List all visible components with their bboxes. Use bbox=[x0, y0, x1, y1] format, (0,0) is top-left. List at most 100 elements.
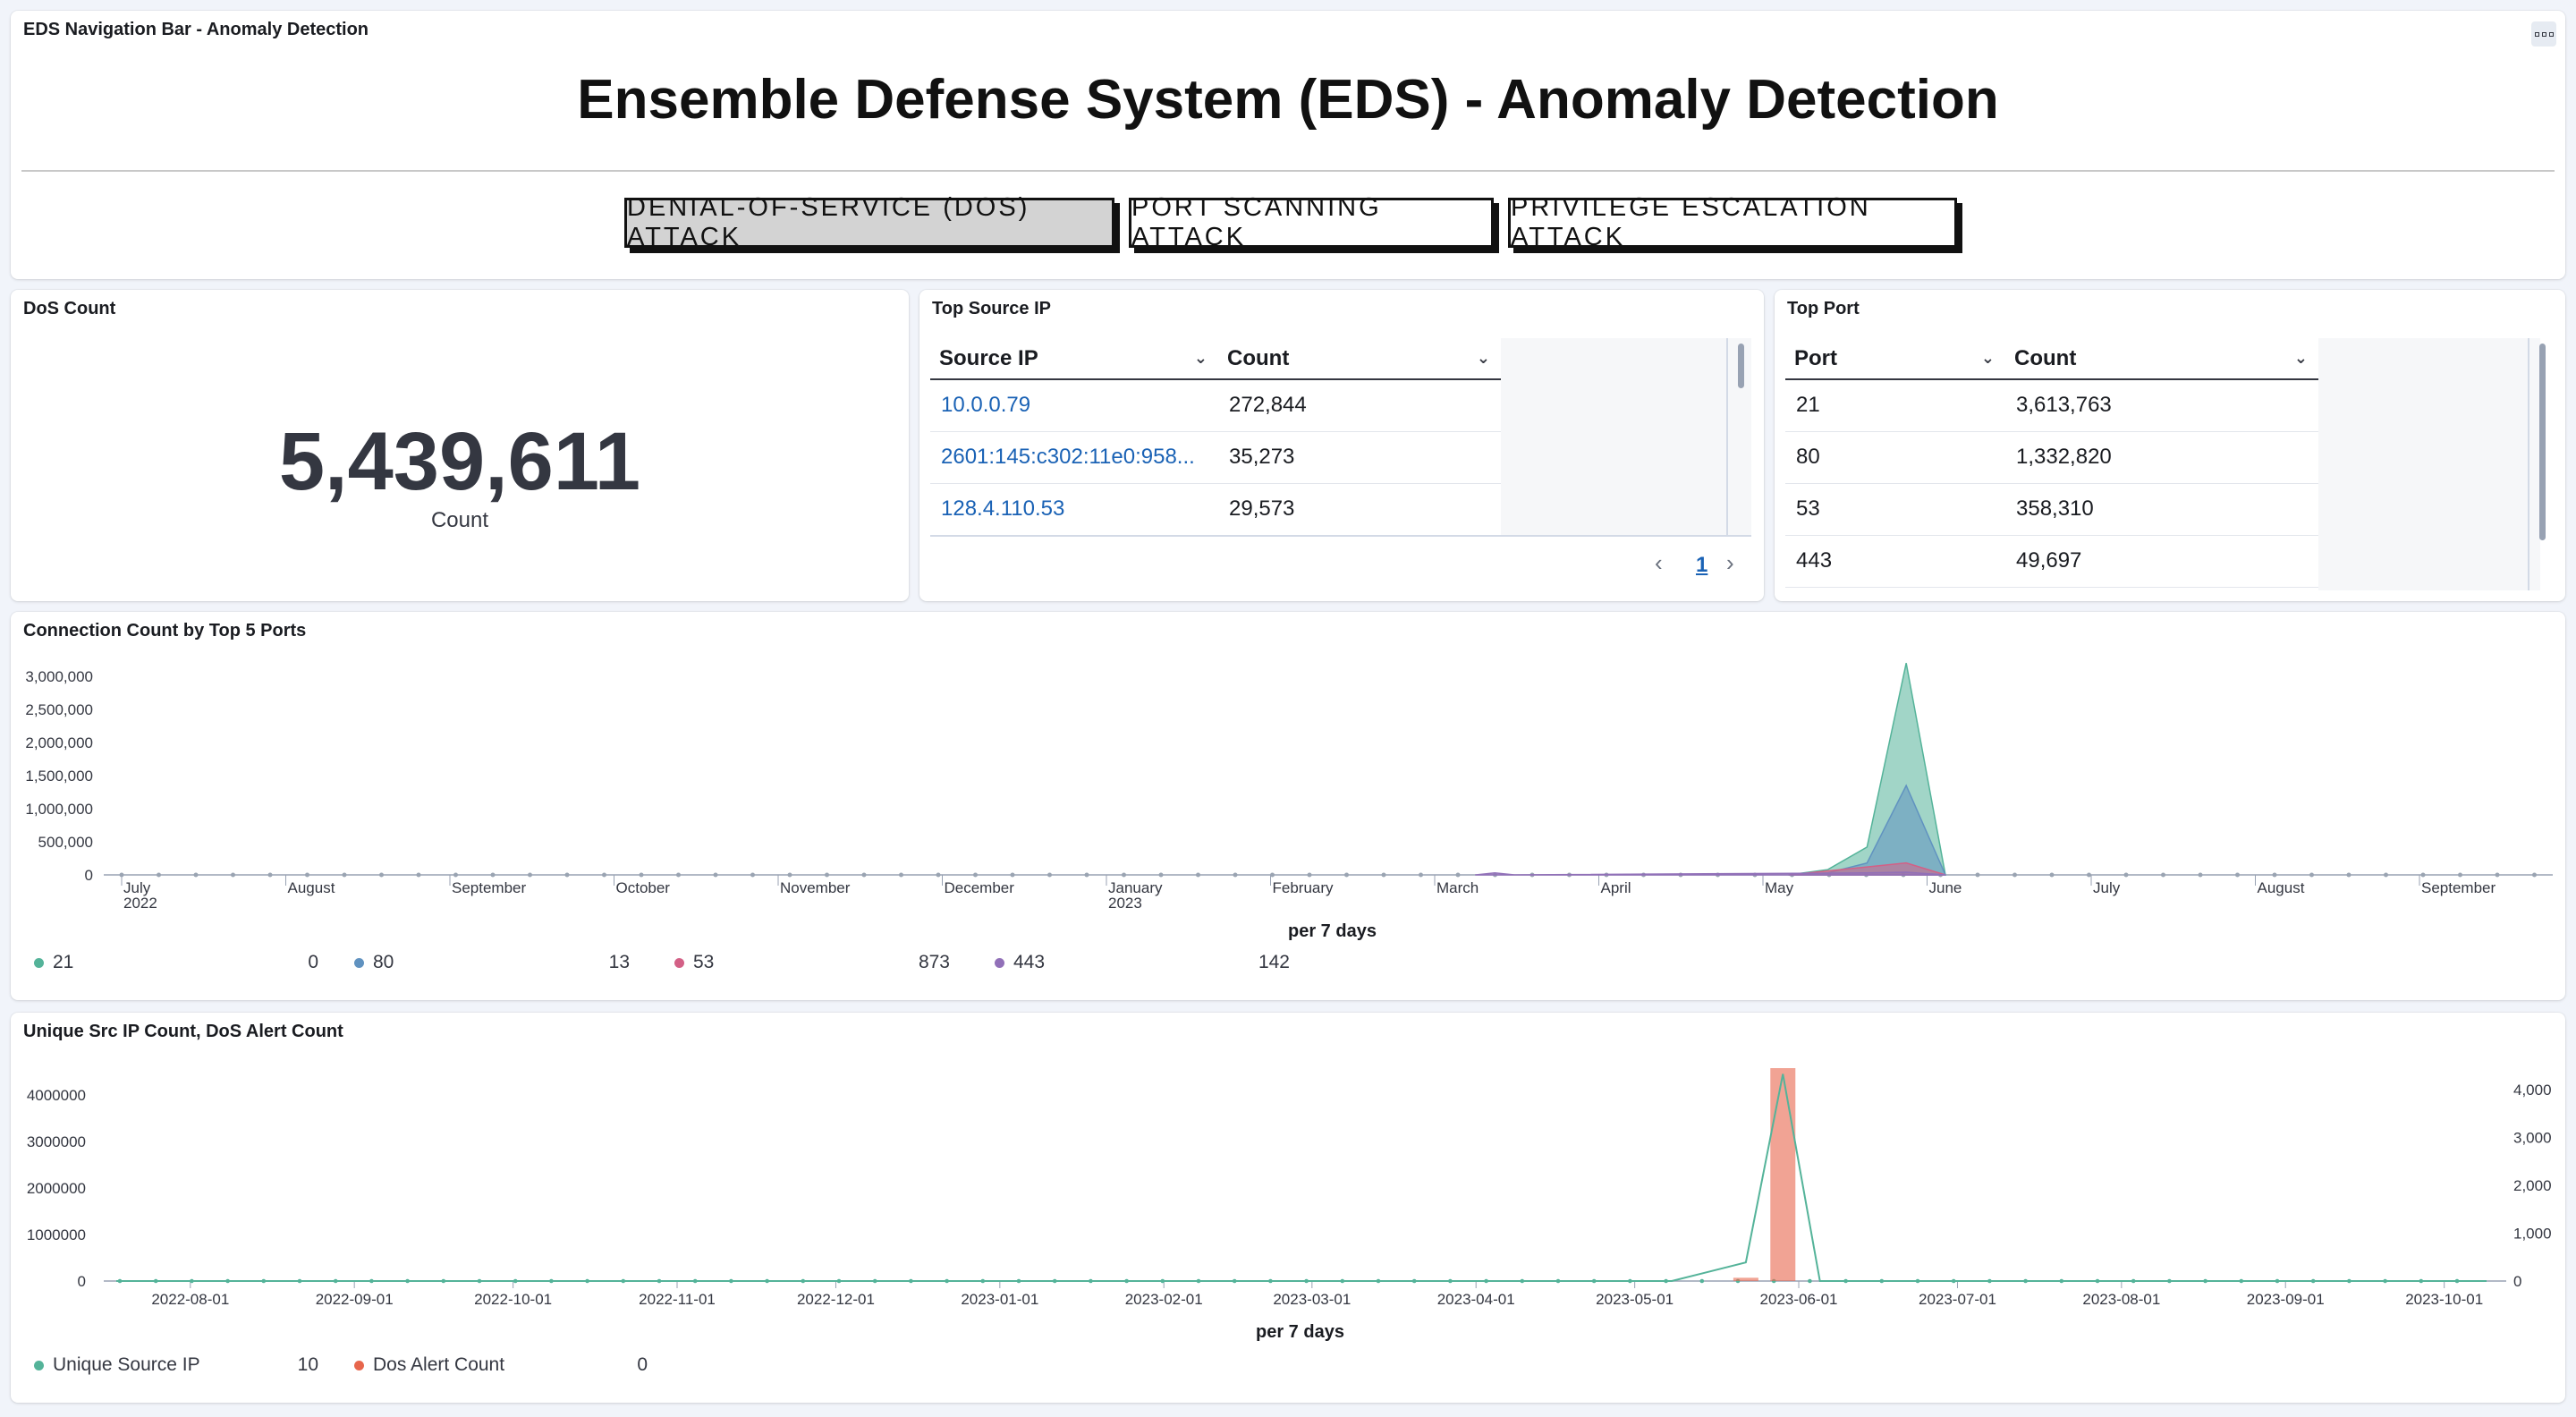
y-tick-label-left: 4000000 bbox=[27, 1087, 86, 1104]
data-point bbox=[1381, 872, 1386, 878]
table-empty-area bbox=[1501, 338, 1751, 537]
x-tick-label: December bbox=[945, 879, 1015, 896]
data-point bbox=[1455, 872, 1461, 878]
data-point bbox=[2309, 872, 2314, 878]
x-tick-label: July bbox=[2093, 879, 2121, 896]
options-icon[interactable] bbox=[2531, 21, 2556, 47]
chevron-right-icon[interactable]: › bbox=[1726, 549, 1734, 577]
x-tick-label: November bbox=[780, 879, 851, 896]
data-point bbox=[861, 872, 867, 878]
count-cell: 29,573 bbox=[1218, 483, 1501, 536]
chevron-left-icon[interactable]: ‹ bbox=[1655, 549, 1663, 577]
scrollbar-thumb[interactable] bbox=[2539, 344, 2546, 540]
x-tick-label: May bbox=[1765, 879, 1794, 896]
port-cell: 443 bbox=[1785, 535, 2005, 588]
data-point bbox=[2420, 872, 2426, 878]
y-tick-label: 1,500,000 bbox=[25, 768, 93, 785]
source-ip-link[interactable]: 10.0.0.79 bbox=[930, 379, 1218, 432]
x-tick-label: 2023-07-01 bbox=[1919, 1291, 1996, 1308]
table-row: 128.4.110.53 29,573 bbox=[930, 483, 1501, 536]
data-point bbox=[2495, 872, 2500, 878]
chevron-down-icon[interactable]: ⌄ bbox=[1194, 349, 1208, 368]
bar-dos-alert bbox=[1733, 1277, 1758, 1281]
port-scanning-button[interactable]: PORT SCANNING ATTACK bbox=[1129, 193, 1494, 251]
col-header-port[interactable]: Port ⌄ bbox=[1785, 338, 2005, 380]
y-tick-label: 2,500,000 bbox=[25, 701, 93, 718]
data-point bbox=[453, 872, 458, 878]
legend-item-unique-source-ip[interactable]: Unique Source IP bbox=[34, 1354, 200, 1376]
page-number[interactable]: 1 bbox=[1696, 553, 1707, 578]
data-point bbox=[267, 872, 273, 878]
data-point bbox=[2384, 872, 2388, 878]
legend-item-443[interactable]: 443 bbox=[995, 952, 1045, 973]
x-tick-label: 2022-12-01 bbox=[797, 1291, 875, 1308]
dos-attack-button[interactable]: DENIAL-OF-SERVICE (DOS) ATTACK bbox=[624, 193, 1114, 251]
table-header: Port ⌄ Count ⌄ bbox=[1785, 338, 2318, 380]
data-point bbox=[193, 872, 199, 878]
chevron-down-icon[interactable]: ⌄ bbox=[1981, 349, 1995, 368]
y-tick-label-right: 4,000 bbox=[2513, 1082, 2552, 1099]
col-header-source-ip[interactable]: Source IP ⌄ bbox=[930, 338, 1218, 380]
table-row: 443 49,697 bbox=[1785, 535, 2318, 588]
data-point bbox=[602, 872, 606, 878]
privilege-escalation-button[interactable]: PRIVILEGE ESCALATION ATTACK bbox=[1508, 193, 1957, 251]
data-point bbox=[2235, 872, 2240, 878]
data-point bbox=[2346, 872, 2351, 878]
x-tick-label: February bbox=[1273, 879, 1335, 896]
x-tick-label: 2022-10-01 bbox=[474, 1291, 552, 1308]
page-title: Ensemble Defense System (EDS) - Anomaly … bbox=[577, 69, 1999, 131]
table-row: 80 1,332,820 bbox=[1785, 431, 2318, 484]
data-point bbox=[1196, 872, 1200, 878]
count-cell: 272,844 bbox=[1218, 379, 1501, 432]
y-tick-label-left: 0 bbox=[78, 1273, 86, 1290]
dos-count-title: DoS Count bbox=[23, 299, 116, 318]
y-tick-label-left: 3000000 bbox=[27, 1133, 86, 1150]
y-tick-label-right: 1,000 bbox=[2513, 1226, 2552, 1243]
data-point bbox=[713, 872, 718, 878]
data-point bbox=[936, 872, 941, 878]
series-area-443 bbox=[1475, 871, 1946, 876]
legend-item-21[interactable]: 21 bbox=[34, 952, 73, 973]
source-ip-table: Source IP ⌄ Count ⌄ 10.0.0.79 272,844 2601… bbox=[930, 338, 1501, 536]
count-cell: 358,310 bbox=[2005, 483, 2318, 536]
unique-bar-line-chart: 4000000 3000000 2000000 1000000 0 4,000 3,000 2… bbox=[27, 1068, 2552, 1308]
source-ip-link[interactable]: 2601:145:c302:11e0:958... bbox=[930, 431, 1218, 484]
x-tick-label: 2023-10-01 bbox=[2405, 1291, 2483, 1308]
legend-value-dos-alert-count: 0 bbox=[637, 1354, 648, 1375]
data-point bbox=[750, 872, 755, 878]
data-point bbox=[1010, 872, 1015, 878]
col-header-count[interactable]: Count ⌄ bbox=[2005, 338, 2318, 380]
table-row: 21 3,613,763 bbox=[1785, 379, 2318, 432]
data-point bbox=[490, 872, 496, 878]
table-header: Source IP ⌄ Count ⌄ bbox=[930, 338, 1501, 380]
port-table: Port ⌄ Count ⌄ 21 3,613,763 80 1,332,820 5… bbox=[1785, 338, 2318, 588]
y-tick-label-left: 2000000 bbox=[27, 1180, 86, 1197]
x-tick-label: September bbox=[2421, 879, 2496, 896]
port-cell: 53 bbox=[1785, 483, 2005, 536]
legend-item-dos-alert-count[interactable]: Dos Alert Count bbox=[354, 1354, 504, 1376]
table-bottom-border bbox=[930, 535, 1751, 537]
data-point bbox=[639, 872, 644, 878]
chevron-down-icon[interactable]: ⌄ bbox=[1477, 349, 1490, 368]
legend-value-443: 142 bbox=[1258, 952, 1290, 972]
connection-chart-panel: Connection Count by Top 5 Ports 3,000,00… bbox=[11, 612, 2565, 1000]
data-point bbox=[231, 872, 235, 878]
data-point bbox=[2458, 872, 2462, 878]
data-point bbox=[1699, 1278, 1705, 1284]
unique-chart-panel: Unique Src IP Count, DoS Alert Count 400… bbox=[11, 1013, 2565, 1403]
data-point bbox=[1233, 872, 1238, 878]
chevron-down-icon[interactable]: ⌄ bbox=[2294, 349, 2308, 368]
port-cell: 21 bbox=[1785, 379, 2005, 432]
top-source-ip-panel: Top Source IP Source IP ⌄ Count ⌄ 10.0.0.7… bbox=[919, 290, 1764, 601]
scrollbar-thumb[interactable] bbox=[1738, 344, 1744, 388]
col-header-count[interactable]: Count ⌄ bbox=[1218, 338, 1501, 380]
legend-item-53[interactable]: 53 bbox=[674, 952, 714, 973]
data-point bbox=[2532, 872, 2537, 878]
table-row: 10.0.0.79 272,844 bbox=[930, 379, 1501, 432]
legend-item-80[interactable]: 80 bbox=[354, 952, 394, 973]
dos-count-label: Count bbox=[430, 508, 489, 532]
source-ip-link[interactable]: 128.4.110.53 bbox=[930, 483, 1218, 536]
y-tick-label: 1,000,000 bbox=[25, 801, 93, 818]
x-tick-label: 2023-04-01 bbox=[1437, 1291, 1515, 1308]
data-point bbox=[2272, 872, 2277, 878]
